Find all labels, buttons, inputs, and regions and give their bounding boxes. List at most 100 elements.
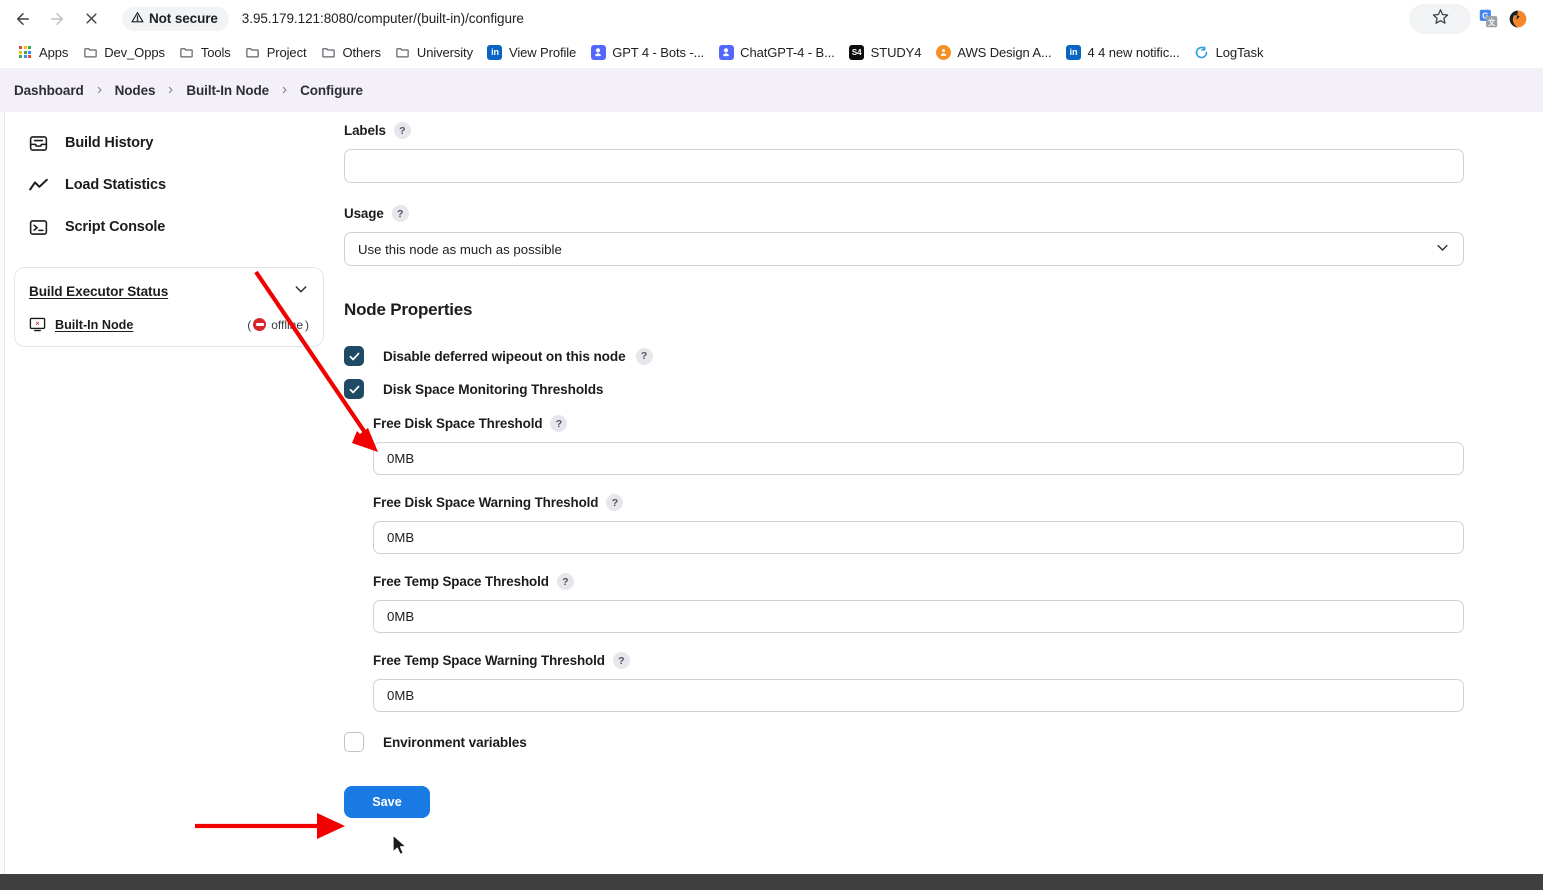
folder-icon xyxy=(179,44,195,60)
checkbox-row-disable-deferred-wipeout[interactable]: Disable deferred wipeout on this node ? xyxy=(344,346,1474,366)
stop-loading-button[interactable] xyxy=(74,2,108,36)
bookmark-star-button[interactable] xyxy=(1409,3,1471,34)
folder-icon xyxy=(82,44,98,60)
checkbox-disk-space-monitoring[interactable] xyxy=(344,379,364,399)
not-secure-badge[interactable]: Not secure xyxy=(122,6,229,31)
executor-node-label[interactable]: Built-In Node xyxy=(55,318,133,332)
usage-select[interactable]: Use this node as much as possible xyxy=(344,232,1464,266)
labels-field-label: Labels ? xyxy=(344,122,1474,139)
url-text: 3.95.179.121:8080/computer/(built-in)/co… xyxy=(241,11,524,26)
checkbox-row-environment-variables[interactable]: Environment variables xyxy=(344,732,1474,752)
sidebar-item-label: Build History xyxy=(65,135,154,151)
executor-node-row: × Built-In Node ( offline ) xyxy=(29,316,309,333)
free-temp-space-warning-threshold-input[interactable]: 0MB xyxy=(373,679,1464,712)
bookmark-label: View Profile xyxy=(508,44,577,60)
status-paren-open: ( xyxy=(247,317,252,332)
breadcrumb-item-nodes[interactable]: Nodes xyxy=(115,83,156,98)
bookmark-chatgpt4[interactable]: ChatGPT-4 - B... xyxy=(711,40,842,64)
back-button[interactable] xyxy=(6,2,40,36)
warning-triangle-icon xyxy=(131,11,144,27)
google-translate-extension-icon[interactable]: G 文 xyxy=(1475,6,1501,32)
computer-error-icon: × xyxy=(29,316,46,333)
bookmark-linkedin-notifications[interactable]: in 4 4 new notific... xyxy=(1058,40,1186,64)
chevron-down-icon[interactable] xyxy=(1435,240,1450,258)
threshold-input-value: 0MB xyxy=(387,688,415,703)
terminal-icon xyxy=(27,216,49,238)
line-chart-icon xyxy=(27,174,49,196)
navigation-buttons xyxy=(0,2,108,36)
checkbox-row-disk-space-monitoring[interactable]: Disk Space Monitoring Thresholds xyxy=(344,379,1474,399)
threshold-label-text: Free Disk Space Threshold xyxy=(373,416,543,431)
help-icon[interactable]: ? xyxy=(393,122,411,139)
sidebar: Build History Load Statistics Script Con… xyxy=(14,122,324,347)
help-icon[interactable]: ? xyxy=(606,494,624,511)
bookmark-label: 4 4 new notific... xyxy=(1087,44,1180,60)
openai-bot-icon xyxy=(590,44,606,60)
bookmark-label: ChatGPT-4 - B... xyxy=(740,44,835,60)
threshold-input-value: 0MB xyxy=(387,609,415,624)
status-badge: ( offline ) xyxy=(247,318,309,332)
bookmark-label: Apps xyxy=(39,44,69,60)
content-rounded-corner xyxy=(64,112,1543,118)
help-icon[interactable]: ? xyxy=(635,347,653,365)
help-icon[interactable]: ? xyxy=(556,573,574,590)
save-button[interactable]: Save xyxy=(344,786,430,818)
forward-button[interactable] xyxy=(40,2,74,36)
bookmark-dev-opps[interactable]: Dev_Opps xyxy=(75,40,172,64)
logtask-icon xyxy=(1194,44,1210,60)
bookmark-others[interactable]: Others xyxy=(313,40,387,64)
browser-toolbar: Not secure 3.95.179.121:8080/computer/(b… xyxy=(0,0,1543,37)
bookmarks-bar: Apps Dev_Opps Tools Project Others Unive… xyxy=(0,37,1543,68)
linkedin-icon: in xyxy=(487,44,503,60)
checkbox-label: Disk Space Monitoring Thresholds xyxy=(383,382,603,397)
toolbar-right-icons: G 文 xyxy=(1409,3,1543,34)
openai-bot-icon xyxy=(718,44,734,60)
sidebar-item-script-console[interactable]: Script Console xyxy=(14,206,324,248)
address-bar[interactable]: Not secure 3.95.179.121:8080/computer/(b… xyxy=(122,3,1397,34)
bookmark-project[interactable]: Project xyxy=(238,40,314,64)
checkbox-disable-deferred-wipeout[interactable] xyxy=(344,346,364,366)
bookmark-gpt4-bots[interactable]: GPT 4 - Bots -... xyxy=(583,40,711,64)
free-temp-space-threshold-input[interactable]: 0MB xyxy=(373,600,1464,633)
sidebar-item-load-statistics[interactable]: Load Statistics xyxy=(14,164,324,206)
inbox-icon xyxy=(27,132,49,154)
bookmark-label: Project xyxy=(266,44,307,60)
help-icon[interactable]: ? xyxy=(612,652,630,669)
bookmark-label: Dev_Opps xyxy=(104,44,165,60)
chevron-right-icon xyxy=(95,84,104,96)
chevron-down-icon[interactable] xyxy=(293,281,309,302)
build-executor-status-header[interactable]: Build Executor Status xyxy=(29,281,309,302)
sidebar-item-build-history[interactable]: Build History xyxy=(14,122,324,164)
star-icon xyxy=(1432,8,1449,30)
bookmark-label: STUDY4 xyxy=(870,44,922,60)
help-icon[interactable]: ? xyxy=(550,415,568,432)
build-executor-status-panel: Build Executor Status × Built-In Node (… xyxy=(14,267,324,347)
bookmark-label: LogTask xyxy=(1215,44,1264,60)
breadcrumb-item-built-in-node[interactable]: Built-In Node xyxy=(186,83,269,98)
free-disk-space-threshold-input[interactable]: 0MB xyxy=(373,442,1464,475)
help-icon[interactable]: ? xyxy=(391,205,409,222)
threshold-label-text: Free Temp Space Warning Threshold xyxy=(373,653,605,668)
os-taskbar xyxy=(0,874,1543,890)
sidebar-item-label: Script Console xyxy=(65,219,166,235)
thresholds-group: Free Disk Space Threshold ? 0MB Free Dis… xyxy=(373,415,1474,712)
bookmark-university[interactable]: University xyxy=(388,40,480,64)
bookmark-logtask[interactable]: LogTask xyxy=(1187,40,1271,64)
bookmark-apps[interactable]: Apps xyxy=(10,40,75,64)
linkedin-icon: in xyxy=(1065,44,1081,60)
bookmark-label: University xyxy=(416,44,473,60)
chevron-right-icon xyxy=(166,84,175,96)
build-executor-status-title[interactable]: Build Executor Status xyxy=(29,284,168,299)
bookmark-view-profile[interactable]: in View Profile xyxy=(480,40,583,64)
offline-indicator-icon xyxy=(253,318,267,331)
grammarly-extension-icon[interactable] xyxy=(1505,6,1531,32)
sidebar-item-label: Load Statistics xyxy=(65,177,166,193)
bookmark-aws-design[interactable]: AWS Design A... xyxy=(928,40,1058,64)
bookmark-tools[interactable]: Tools xyxy=(172,40,238,64)
free-disk-space-warning-threshold-input[interactable]: 0MB xyxy=(373,521,1464,554)
free-disk-space-threshold-label: Free Disk Space Threshold ? xyxy=(373,415,1474,432)
checkbox-environment-variables[interactable] xyxy=(344,732,364,752)
breadcrumb-item-dashboard[interactable]: Dashboard xyxy=(14,83,84,98)
labels-input[interactable] xyxy=(344,149,1464,183)
bookmark-study4[interactable]: S4 STUDY4 xyxy=(842,40,929,64)
